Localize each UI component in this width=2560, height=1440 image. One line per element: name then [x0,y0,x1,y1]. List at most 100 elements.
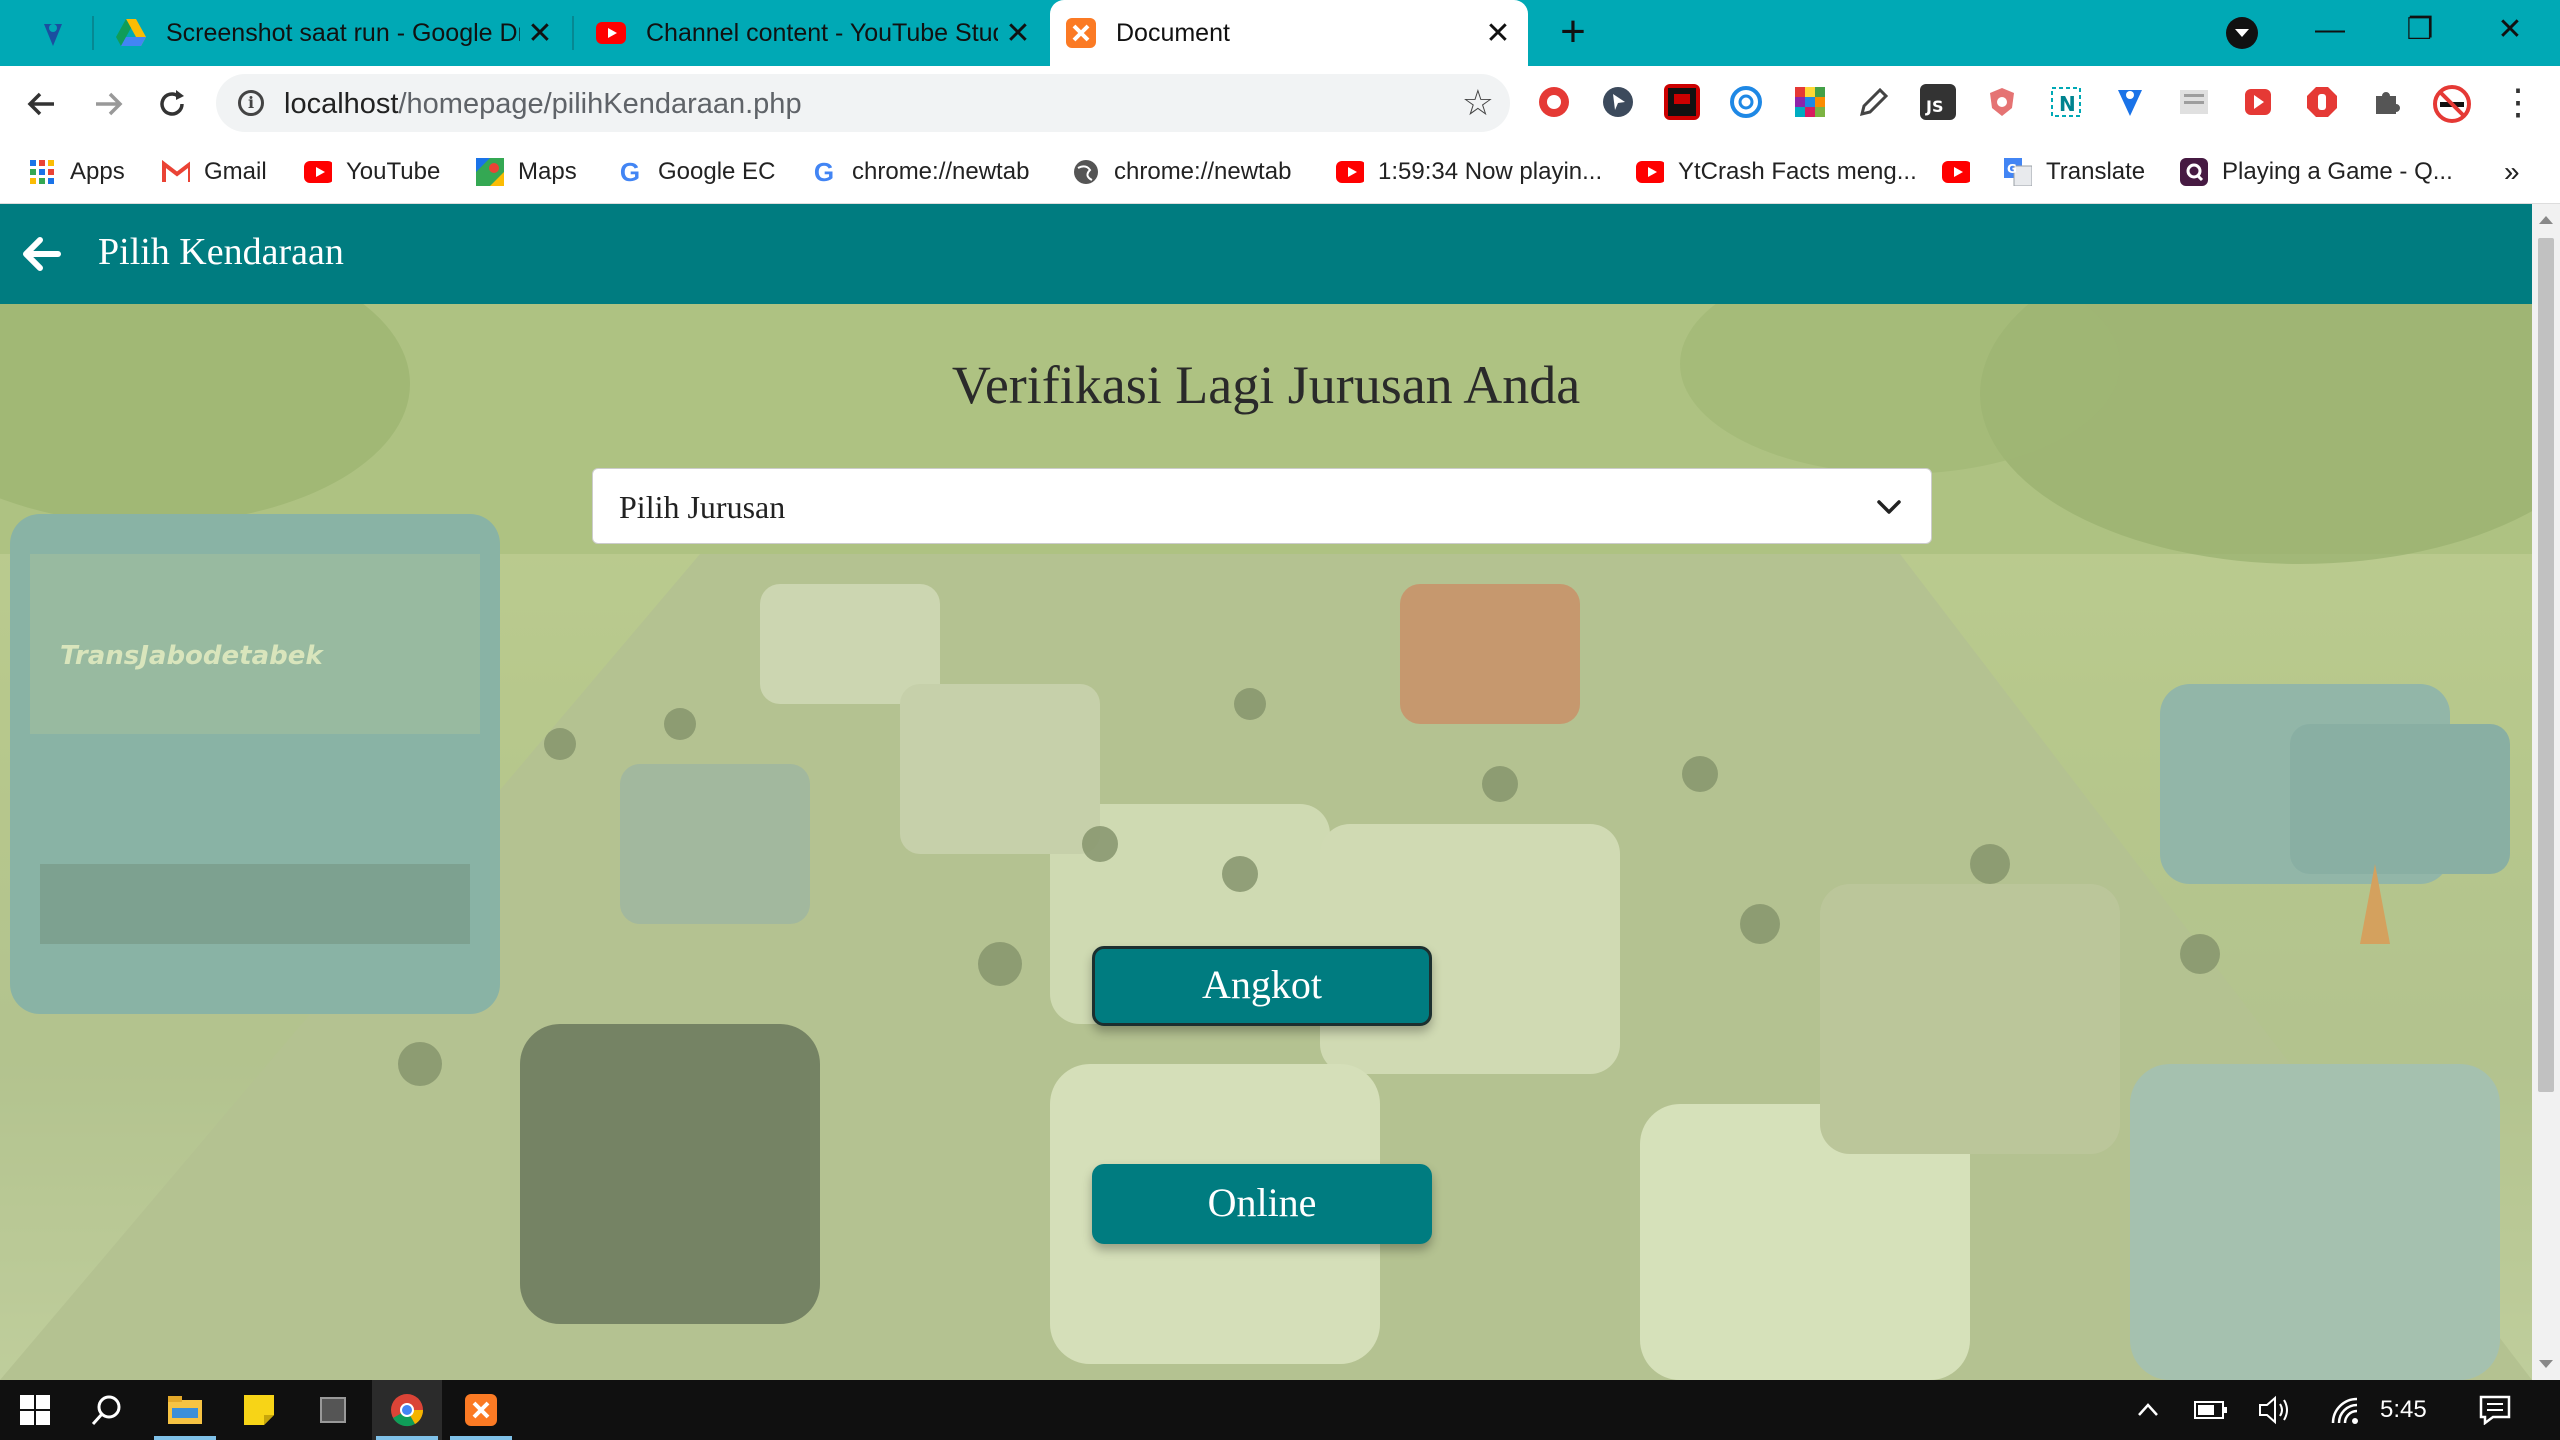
extension-stop-hand-icon[interactable] [2304,84,2340,120]
app-bar: Pilih Kendaraan [0,204,2532,304]
extension-reader-icon[interactable] [2176,84,2212,120]
taskbar-terminal[interactable] [298,1380,368,1440]
bookmark-now-playing[interactable]: 1:59:34 Now playin... [1336,152,1602,192]
close-tab-icon[interactable]: ✕ [998,13,1038,53]
google-icon: G [813,156,835,187]
extension-red-icon[interactable] [1536,84,1572,120]
taskbar-xampp[interactable] [446,1380,516,1440]
extension-maps-pin-icon[interactable] [2112,84,2148,120]
scrollbar-thumb[interactable] [2538,238,2554,1092]
taskbar-file-explorer[interactable] [150,1380,220,1440]
bookmark-gmail[interactable]: Gmail [162,152,267,192]
forward-button[interactable] [86,82,130,126]
bookmark-chrome-newtab-2[interactable]: chrome://newtab [1072,152,1291,192]
bookmark-chrome-newtab-1[interactable]: G chrome://newtab [810,152,1030,192]
new-tab-button[interactable]: + [1550,10,1596,56]
action-center-icon[interactable] [2470,1380,2520,1440]
bookmark-youtube-2[interactable] [1942,152,1984,192]
jurusan-select[interactable]: Pilih Jurusan [592,468,1932,544]
back-button[interactable] [20,82,64,126]
reload-icon [160,90,184,116]
bookmark-star-icon[interactable]: ☆ [1462,82,1494,124]
globe-icon [1072,158,1100,186]
extension-ring-icon[interactable] [1728,84,1764,120]
search-icon [91,1395,121,1426]
jurusan-select-value: Pilih Jurusan [619,489,786,525]
youtube-icon [596,18,626,48]
show-hidden-icons-button[interactable] [2126,1380,2170,1440]
svg-text:N: N [2059,92,2076,116]
windows-taskbar: 5:45 [0,1380,2560,1440]
extension-play-icon[interactable] [2240,84,2276,120]
chevron-down-icon [1873,491,1905,523]
taskbar-chrome[interactable] [372,1380,442,1440]
close-tab-icon[interactable]: ✕ [1478,13,1518,53]
terminal-icon [320,1397,346,1423]
scroll-up-arrow-icon[interactable] [2539,216,2553,224]
chrome-icon [391,1394,424,1427]
start-button[interactable] [0,1380,70,1440]
minimize-button[interactable]: — [2300,8,2360,52]
quizizz-icon [2180,158,2208,186]
reload-button[interactable] [150,82,194,126]
wifi-icon[interactable] [2320,1380,2370,1440]
restore-button[interactable]: ❐ [2390,8,2450,52]
tab-strip: Screenshot saat run - Google Dri ✕ Chann… [0,0,2560,66]
extension-pencil-icon[interactable] [1856,84,1892,120]
svg-text:G: G [2007,162,2017,176]
scroll-down-arrow-icon[interactable] [2539,1360,2553,1368]
battery-icon[interactable] [2186,1380,2236,1440]
extension-no-smoking-icon[interactable] [2432,84,2471,123]
tab-document-active[interactable]: Document ✕ [1050,0,1528,66]
site-info-icon[interactable]: i [238,90,264,116]
extension-js-icon[interactable]: JS [1920,84,1956,120]
angkot-button[interactable]: Angkot [1092,946,1432,1026]
volume-icon[interactable] [2250,1380,2300,1440]
bookmark-maps[interactable]: Maps [476,152,577,192]
tab-google-drive[interactable]: Screenshot saat run - Google Dri ✕ [100,0,570,66]
search-button[interactable] [72,1380,142,1440]
taskbar-clock[interactable]: 5:45 [2380,1396,2427,1424]
page-viewport: Pilih Kendaraan TransJabodetabek Verifik… [0,204,2532,1380]
vertical-scrollbar[interactable] [2532,204,2560,1380]
windows-logo-icon [20,1395,50,1425]
bookmark-apps[interactable]: Apps [28,152,125,192]
close-tab-icon[interactable]: ✕ [520,13,560,53]
extension-n-icon[interactable]: N [2048,84,2084,120]
bookmarks-overflow-button[interactable]: » [2504,152,2520,192]
browser-menu-button[interactable]: ⋮ [2500,84,2536,120]
extension-color-grid-icon[interactable] [1792,84,1828,120]
bookmark-google-ec[interactable]: G Google EC [616,152,776,192]
bookmarks-bar: Apps Gmail YouTube Maps G Google EC G ch… [0,142,2560,204]
maps-pin-icon [38,18,68,48]
tab-pinned[interactable] [0,0,90,66]
address-bar[interactable]: i localhost/homepage/pilihKendaraan.php … [216,74,1510,132]
xampp-icon [465,1394,497,1426]
extension-dark-red-icon[interactable] [1664,84,1700,120]
google-drive-icon [116,18,146,48]
google-icon: G [619,156,641,187]
extension-shield-icon[interactable] [1984,84,2020,120]
bookmark-quizizz[interactable]: Playing a Game - Q... [2180,152,2453,192]
extension-cursor-icon[interactable] [1600,84,1636,120]
youtube-icon [1942,158,1970,186]
bookmark-ytcrash[interactable]: YtCrash Facts meng... [1636,152,1917,192]
forward-arrow-icon [96,92,123,116]
back-arrow-icon[interactable] [18,230,66,278]
page-title: Pilih Kendaraan [98,231,344,273]
bookmark-translate[interactable]: G Translate [2004,152,2145,192]
youtube-icon [304,158,332,186]
folder-icon [168,1396,202,1424]
tab-search-button[interactable] [2226,17,2258,49]
close-window-button[interactable]: ✕ [2480,8,2540,52]
gmail-icon [162,158,190,186]
online-button[interactable]: Online [1092,1164,1432,1244]
extensions-puzzle-icon[interactable] [2368,84,2404,120]
address-url[interactable]: localhost/homepage/pilihKendaraan.php [284,88,802,121]
bookmark-youtube[interactable]: YouTube [304,152,440,192]
sticky-notes-icon [244,1395,274,1425]
taskbar-sticky-notes[interactable] [224,1380,294,1440]
translate-icon: G [2004,158,2032,186]
tab-youtube-studio[interactable]: Channel content - YouTube Studi ✕ [580,0,1048,66]
chevron-up-icon [2138,1403,2158,1416]
